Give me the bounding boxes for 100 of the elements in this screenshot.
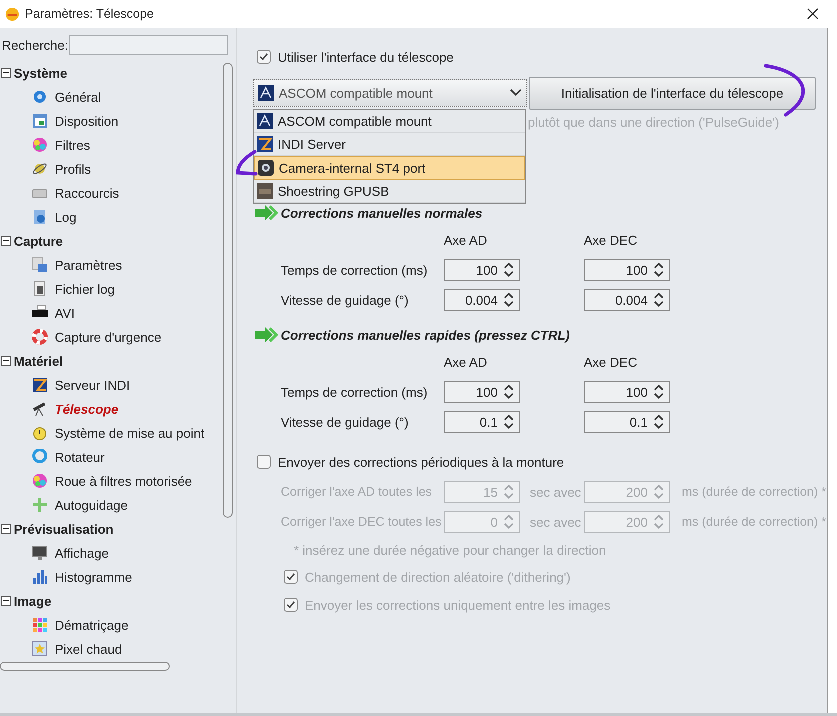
tree-item[interactable]: Pixel chaud: [55, 642, 122, 656]
unit-label: sec avec: [529, 484, 582, 500]
tree-item[interactable]: Autoguidage: [55, 498, 128, 512]
checkbox-label: Utiliser l'interface du télescope: [278, 50, 454, 64]
tree-item[interactable]: Profils: [55, 162, 92, 176]
tree-item[interactable]: Filtres: [55, 138, 90, 152]
spinner-arrows-icon[interactable]: [504, 414, 514, 430]
tree-group[interactable]: Matériel: [14, 354, 64, 368]
tree-item[interactable]: AVI: [55, 306, 75, 320]
hint-text: plutôt que dans une direction ('PulseGuide'): [528, 115, 780, 130]
number-field[interactable]: 0.1: [444, 411, 520, 433]
collapse-icon[interactable]: [1, 236, 11, 246]
file-icon: [32, 281, 48, 297]
column-header: Axe DEC: [584, 354, 638, 370]
tree-group[interactable]: Prévisualisation: [14, 522, 114, 536]
spinner-arrows-icon[interactable]: [654, 414, 664, 430]
tree-item[interactable]: Paramètres: [55, 258, 122, 272]
monitor-icon: [32, 545, 48, 561]
wheel-icon: [32, 473, 48, 489]
spinner-arrows-icon[interactable]: [504, 262, 514, 278]
spinner-arrows-icon[interactable]: [654, 384, 664, 400]
tree-item[interactable]: Télescope: [55, 402, 119, 416]
ascom-logo-icon: [258, 85, 274, 101]
spinner-arrows-icon[interactable]: [654, 292, 664, 308]
wheel-icon: [32, 137, 48, 153]
checkbox-label: Envoyer les corrections uniquement entre les images: [305, 598, 611, 612]
collapse-icon[interactable]: [1, 524, 11, 534]
checkbox-label: Changement de direction aléatoire ('dithering'): [305, 570, 571, 584]
panel-icon: [32, 113, 48, 129]
bubble-icon: [32, 449, 48, 465]
number-field[interactable]: 0.004: [584, 289, 670, 311]
tree-item[interactable]: Affichage: [55, 546, 109, 560]
logo-icon: [32, 377, 48, 393]
number-field[interactable]: 100: [444, 259, 520, 281]
app-icon: [5, 6, 20, 22]
tree-item[interactable]: Roue à filtres motorisée: [55, 474, 192, 488]
tree-item[interactable]: Fichier log: [55, 282, 115, 296]
collapse-icon[interactable]: [1, 68, 11, 78]
field-label: Corriger l'axe DEC toutes les: [281, 515, 443, 529]
collapse-icon[interactable]: [1, 596, 11, 606]
star-map-icon: [257, 113, 273, 129]
number-field[interactable]: 100: [584, 381, 670, 403]
spinner-arrows-icon[interactable]: [504, 292, 514, 308]
tree-item[interactable]: Serveur INDI: [55, 378, 130, 392]
spinner-arrows-icon[interactable]: [654, 262, 664, 278]
scope-icon: [32, 401, 48, 417]
dropdown-option[interactable]: ASCOM compatible mount: [254, 110, 525, 133]
gear-icon: [32, 89, 48, 105]
tree-item[interactable]: Histogramme: [55, 570, 132, 584]
pen-stroke: [236, 150, 258, 176]
number-field[interactable]: 100: [584, 259, 670, 281]
section-heading: Corrections manuelles normales: [281, 206, 483, 220]
number-field[interactable]: 0.004: [444, 289, 520, 311]
arrow-icon: [255, 327, 279, 343]
checkbox-label: Envoyer des corrections périodiques à la monture: [278, 454, 564, 470]
planet-icon: [32, 161, 48, 177]
number-field[interactable]: 0.1: [584, 411, 670, 433]
watch-icon: [32, 425, 48, 441]
star-icon: [32, 641, 48, 657]
buoy-icon: [32, 329, 48, 345]
field-label: Vitesse de guidage (°): [281, 292, 410, 308]
tree-item[interactable]: Capture d'urgence: [55, 330, 162, 344]
collapse-icon[interactable]: [1, 356, 11, 366]
column-header: Axe AD: [444, 354, 488, 370]
close-icon[interactable]: [807, 8, 819, 20]
init-button[interactable]: Initialisation de l'interface du télescope: [529, 76, 816, 110]
dropdown-option[interactable]: Shoestring GPUSB: [254, 180, 525, 203]
tree-item[interactable]: Système de mise au point: [55, 426, 205, 440]
tree-item[interactable]: Log: [55, 210, 77, 224]
field-label: Temps de correction (ms): [281, 262, 429, 278]
tree-item[interactable]: Dématriçage: [55, 618, 129, 632]
unit-label: ms (durée de correction) *: [681, 485, 827, 499]
circuit-board-icon: [257, 183, 273, 199]
tree-group[interactable]: Capture: [14, 234, 64, 248]
checkbox[interactable]: [257, 50, 271, 64]
tree-item[interactable]: Disposition: [55, 114, 119, 128]
field-label: Temps de correction (ms): [281, 384, 429, 400]
camera-icon: [258, 160, 274, 176]
unit-label: ms (durée de correction) *: [681, 515, 827, 529]
save-icon: [32, 257, 48, 273]
bars-icon: [32, 569, 48, 585]
tree-group[interactable]: Image: [14, 594, 52, 608]
field-label: Corriger l'axe AD toutes les: [281, 485, 434, 499]
number-field[interactable]: 100: [444, 381, 520, 403]
dropdown-option[interactable]: Camera-internal ST4 port: [254, 156, 525, 180]
tree-group[interactable]: Système: [14, 66, 68, 80]
spinner-arrows-icon[interactable]: [504, 384, 514, 400]
search-field[interactable]: [69, 35, 228, 55]
info-icon: [32, 209, 48, 225]
tree-item[interactable]: Général: [55, 90, 102, 104]
tree-item[interactable]: Raccourcis: [55, 186, 120, 200]
search-label: Recherche:: [2, 38, 69, 52]
section-heading: Corrections manuelles rapides (pressez CTRL): [281, 328, 570, 342]
field-label: Vitesse de guidage (°): [281, 414, 410, 430]
tree-item[interactable]: Rotateur: [55, 450, 105, 464]
scrollbar[interactable]: [223, 63, 233, 518]
column-header: Axe AD: [444, 232, 488, 248]
hint-text: * insérez une durée négative pour changer la direction: [293, 542, 608, 560]
scrollbar[interactable]: [0, 662, 170, 671]
mount-dropdown[interactable]: ASCOM compatible mount: [253, 79, 527, 107]
